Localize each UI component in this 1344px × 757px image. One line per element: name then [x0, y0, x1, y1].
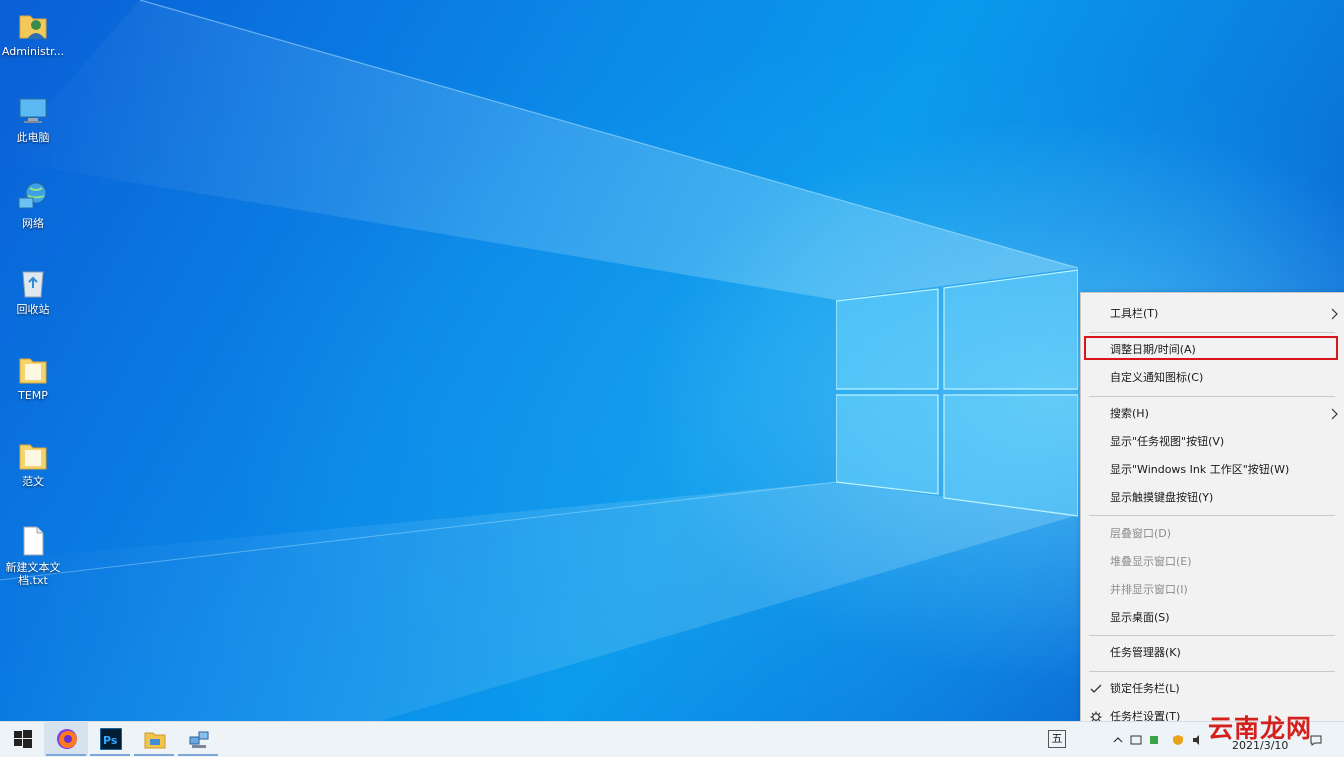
- taskbar-photoshop[interactable]: Ps: [88, 721, 132, 756]
- tray-app-icon[interactable]: [1130, 734, 1142, 746]
- computer-icon: [19, 98, 47, 123]
- chevron-right-icon: [1331, 408, 1338, 420]
- desktop-icon-label: 网络: [22, 217, 44, 230]
- menu-item-stack-windows: 堆叠显示窗口(E): [1110, 555, 1192, 568]
- menu-separator: [1089, 332, 1335, 333]
- taskbar-network-app[interactable]: [176, 721, 220, 756]
- file-explorer-icon: [144, 732, 166, 749]
- menu-separator: [1089, 671, 1335, 672]
- desktop-icon-recycle-bin[interactable]: 回收站: [0, 266, 66, 316]
- desktop-icon-label: Administr...: [1, 45, 65, 58]
- menu-item-show-touch-keyboard-button[interactable]: 显示触摸键盘按钮(Y): [1081, 486, 1344, 510]
- desktop-icon-this-pc[interactable]: 此电脑: [0, 94, 66, 144]
- desktop-icon-label: 新建文本文档.txt: [5, 561, 61, 587]
- start-button[interactable]: [0, 721, 44, 756]
- menu-item-cascade-windows: 层叠窗口(D): [1110, 527, 1172, 540]
- user-folder-icon: [19, 15, 47, 39]
- folder-icon: [19, 358, 47, 384]
- photoshop-icon: Ps: [100, 728, 122, 750]
- menu-item-show-desktop[interactable]: 显示桌面(S): [1081, 606, 1344, 630]
- taskbar-firefox[interactable]: [44, 721, 88, 756]
- tray-security-icon[interactable]: [1172, 734, 1184, 746]
- menu-item-show-task-view-button[interactable]: 显示"任务视图"按钮(V): [1081, 430, 1344, 454]
- firefox-icon: [57, 729, 77, 749]
- desktop-icon-fanwen[interactable]: 范文: [0, 438, 66, 488]
- volume-icon[interactable]: [1192, 734, 1204, 746]
- menu-separator: [1089, 515, 1335, 516]
- menu-item-customize-notification-icons[interactable]: 自定义通知图标(C): [1081, 366, 1344, 390]
- windows-logo-wallpaper: [836, 269, 1078, 517]
- menu-item-toolbars[interactable]: 工具栏(T): [1081, 302, 1344, 326]
- checkmark-icon: [1090, 684, 1102, 693]
- desktop-icon-label: TEMP: [18, 389, 48, 402]
- chevron-right-icon: [1331, 308, 1338, 320]
- menu-item-lock-taskbar[interactable]: 锁定任务栏(L): [1081, 677, 1344, 701]
- menu-item-show-windows-ink-button[interactable]: 显示"Windows Ink 工作区"按钮(W): [1081, 458, 1344, 482]
- watermark-text: 云南龙网: [1208, 714, 1313, 743]
- svg-text:Ps: Ps: [103, 734, 118, 747]
- text-file-icon: [23, 526, 44, 556]
- menu-separator: [1089, 396, 1335, 397]
- desktop-icon-label: 回收站: [16, 303, 50, 316]
- tray-status-icon[interactable]: [1148, 734, 1160, 746]
- menu-item-search[interactable]: 搜索(H): [1081, 402, 1344, 426]
- desktop-icon-label: 此电脑: [16, 131, 50, 144]
- folder-icon: [19, 444, 47, 470]
- network-globe-icon: [18, 182, 47, 209]
- taskbar-file-explorer[interactable]: [132, 721, 176, 756]
- desktop-icon-new-text-file[interactable]: 新建文本文档.txt: [0, 524, 66, 587]
- desktop-icon-network[interactable]: 网络: [0, 180, 66, 230]
- desktop-icon-temp[interactable]: TEMP: [0, 352, 66, 402]
- recycle-bin-icon: [22, 271, 44, 298]
- menu-item-task-manager[interactable]: 任务管理器(K): [1081, 641, 1344, 665]
- ime-indicator[interactable]: 五: [1048, 730, 1066, 748]
- menu-item-side-by-side-windows: 并排显示窗口(I): [1110, 583, 1188, 596]
- chevron-up-icon[interactable]: [1112, 734, 1124, 746]
- network-computers-icon: [189, 731, 209, 748]
- desktop-icon-administrator[interactable]: Administr...: [0, 8, 66, 58]
- menu-separator: [1089, 635, 1335, 636]
- windows-start-icon: [14, 730, 32, 748]
- highlight-box-adjust-date-time: [1084, 336, 1338, 360]
- desktop-icon-label: 范文: [22, 475, 44, 488]
